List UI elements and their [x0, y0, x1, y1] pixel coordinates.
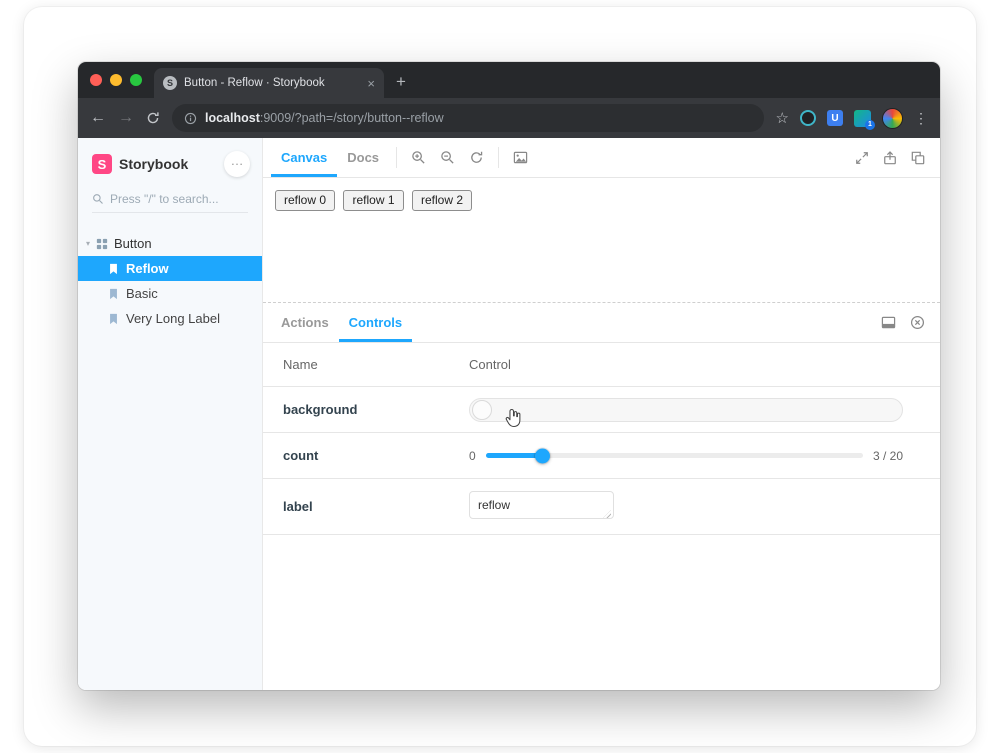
- preview-button-reflow-0[interactable]: reflow 0: [275, 190, 335, 211]
- sidebar-item-reflow[interactable]: Reflow: [78, 256, 262, 281]
- divider: [498, 147, 499, 168]
- zoom-in-icon[interactable]: [404, 138, 433, 177]
- back-icon[interactable]: ←: [90, 110, 106, 126]
- background-icon[interactable]: [506, 138, 535, 177]
- extension-badged-icon[interactable]: 1: [854, 110, 871, 127]
- reload-icon[interactable]: [146, 111, 160, 125]
- bookmark-icon: [108, 263, 119, 275]
- close-panel-icon[interactable]: [903, 303, 932, 342]
- extension-cluster: ☆ U 1 ⋮: [776, 108, 928, 129]
- profile-avatar[interactable]: [882, 108, 903, 129]
- browser-window: S Button - Reflow · Storybook × + ← → lo…: [78, 62, 940, 690]
- component-icon: [96, 238, 108, 250]
- storybook-favicon-icon: S: [163, 76, 177, 90]
- extension-u-icon[interactable]: U: [827, 110, 843, 126]
- count-slider-thumb[interactable]: [535, 448, 550, 463]
- sidebar-item-basic[interactable]: Basic: [78, 281, 262, 306]
- search-icon: [92, 193, 104, 205]
- hand-cursor-icon: [505, 408, 522, 428]
- control-row-count: count 0 3 / 20: [263, 433, 940, 479]
- tree-item-label: Very Long Label: [126, 311, 220, 326]
- browser-titlebar: S Button - Reflow · Storybook × +: [78, 62, 940, 98]
- tree-item-label: Reflow: [126, 261, 169, 276]
- preview-canvas: reflow 0 reflow 1 reflow 2: [263, 178, 940, 303]
- controls-header-row: Name Control: [263, 343, 940, 387]
- control-column-header: Control: [469, 357, 940, 372]
- chevron-down-icon[interactable]: ▾: [86, 239, 90, 248]
- divider: [396, 147, 397, 168]
- preview-button-reflow-1[interactable]: reflow 1: [343, 190, 403, 211]
- name-column-header: Name: [263, 357, 469, 372]
- copy-link-icon[interactable]: [904, 138, 932, 177]
- url-path: :9009/?path=/story/button--reflow: [260, 111, 444, 125]
- addon-panel-tabs: Actions Controls: [263, 303, 940, 343]
- story-tree: ▾ Button Reflow Basic: [78, 232, 262, 331]
- control-name: background: [263, 402, 469, 417]
- sidebar: S Storybook … ▾ Button: [78, 138, 262, 690]
- extension-badge: 1: [865, 120, 875, 130]
- search-box[interactable]: [92, 192, 248, 213]
- new-tab-button[interactable]: +: [396, 72, 406, 92]
- sidebar-menu-button[interactable]: …: [224, 151, 250, 177]
- count-slider-fill: [486, 453, 543, 458]
- close-window-button[interactable]: [90, 74, 102, 86]
- storybook-logo: S: [92, 154, 112, 174]
- control-row-label: label reflow: [263, 479, 940, 535]
- range-min-label: 0: [469, 449, 476, 463]
- address-bar[interactable]: localhost:9009/?path=/story/button--refl…: [172, 104, 764, 132]
- control-name: label: [263, 499, 469, 514]
- traffic-lights: [90, 74, 142, 86]
- preview-button-reflow-2[interactable]: reflow 2: [412, 190, 472, 211]
- url-host: localhost: [205, 111, 260, 125]
- bookmark-icon: [108, 288, 119, 300]
- storybook-app: S Storybook … ▾ Button: [78, 138, 940, 690]
- tab-controls[interactable]: Controls: [339, 303, 412, 342]
- url-text: localhost:9009/?path=/story/button--refl…: [205, 111, 444, 125]
- fullscreen-icon[interactable]: [848, 138, 876, 177]
- background-color-control[interactable]: [469, 398, 903, 422]
- bookmark-star-icon[interactable]: ☆: [776, 109, 789, 127]
- extension-circle-icon[interactable]: [800, 110, 816, 126]
- browser-toolbar: ← → localhost:9009/?path=/story/button--…: [78, 98, 940, 138]
- bookmark-icon: [108, 313, 119, 325]
- search-input[interactable]: [110, 192, 230, 206]
- tab-canvas[interactable]: Canvas: [271, 138, 337, 177]
- tab-title: Button - Reflow · Storybook: [184, 77, 360, 89]
- info-icon[interactable]: [184, 112, 197, 125]
- sidebar-item-very-long-label[interactable]: Very Long Label: [78, 306, 262, 331]
- open-in-new-tab-icon[interactable]: [876, 138, 904, 177]
- zoom-out-icon[interactable]: [433, 138, 462, 177]
- forward-icon[interactable]: →: [118, 110, 134, 126]
- label-textarea[interactable]: reflow: [469, 491, 614, 519]
- count-slider-track[interactable]: [486, 453, 863, 458]
- tree-group-label: Button: [114, 236, 152, 251]
- count-range-control: 0 3 / 20: [469, 449, 903, 463]
- tab-close-icon[interactable]: ×: [367, 77, 375, 90]
- controls-panel: Name Control background: [263, 343, 940, 690]
- minimize-window-button[interactable]: [110, 74, 122, 86]
- canvas-toolbar: Canvas Docs: [263, 138, 940, 178]
- browser-tab[interactable]: S Button - Reflow · Storybook ×: [154, 68, 384, 98]
- panel-position-icon[interactable]: [874, 303, 903, 342]
- main-content: Canvas Docs: [262, 138, 940, 690]
- panel-empty-space: [263, 535, 940, 690]
- tab-docs[interactable]: Docs: [337, 138, 389, 177]
- control-row-background: background: [263, 387, 940, 433]
- brand-title: Storybook: [119, 156, 217, 172]
- control-name: count: [263, 448, 469, 463]
- range-value-label: 3 / 20: [873, 449, 903, 463]
- tree-group-button[interactable]: ▾ Button: [78, 232, 262, 256]
- color-swatch[interactable]: [472, 400, 492, 420]
- tree-item-label: Basic: [126, 286, 158, 301]
- browser-menu-icon[interactable]: ⋮: [914, 110, 928, 127]
- zoom-window-button[interactable]: [130, 74, 142, 86]
- tab-actions[interactable]: Actions: [271, 303, 339, 342]
- zoom-reset-icon[interactable]: [462, 138, 491, 177]
